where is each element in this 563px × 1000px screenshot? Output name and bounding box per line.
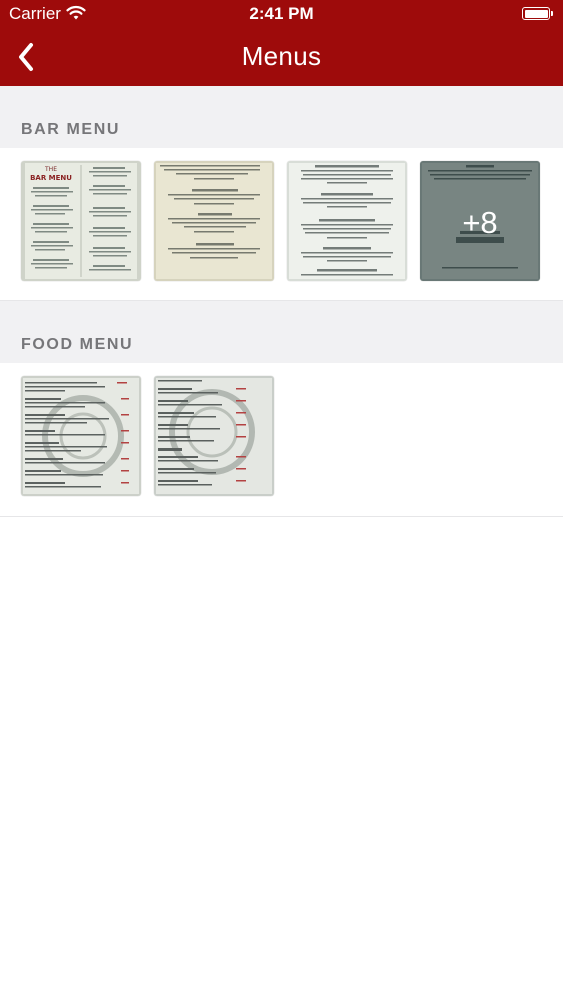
bar-menu-thumbnail-4[interactable]: +8	[420, 161, 540, 281]
more-photos-count: +8	[462, 205, 498, 240]
bar-menu-thumbnail-1[interactable]: THE BAR MENU	[21, 161, 141, 281]
svg-text:THE: THE	[44, 166, 57, 173]
navigation-bar: Menus	[0, 28, 563, 86]
bar-menu-thumbnail-2[interactable]	[154, 161, 274, 281]
bar-menu-gallery: THE BAR MENU +8	[0, 148, 563, 301]
food-menu-thumbnail-2[interactable]	[154, 376, 274, 496]
clock: 2:41 PM	[249, 4, 314, 23]
svg-text:BAR MENU: BAR MENU	[30, 174, 72, 182]
section-header-bar-menu: BAR MENU	[0, 86, 563, 148]
section-header-food-menu: FOOD MENU	[0, 301, 563, 363]
status-bar: Carrier 2:41 PM	[0, 0, 563, 28]
section-label: FOOD MENU	[21, 336, 134, 353]
section-label: BAR MENU	[21, 121, 121, 138]
food-menu-thumbnail-1[interactable]	[21, 376, 141, 496]
page-title: Menus	[241, 41, 322, 71]
bar-menu-thumbnail-3[interactable]	[287, 161, 407, 281]
battery-icon	[522, 7, 553, 20]
food-menu-gallery	[0, 363, 563, 517]
